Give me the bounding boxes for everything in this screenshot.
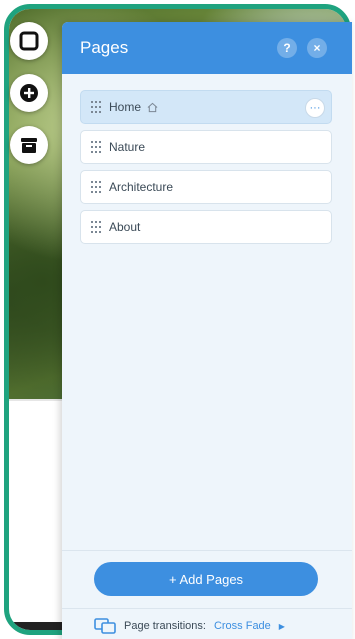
help-button[interactable]: ? [277, 38, 297, 58]
page-transitions[interactable]: Page transitions: Cross Fade ▶ [94, 618, 285, 634]
transitions-label: Page transitions: [124, 620, 206, 632]
footer-divider [62, 550, 352, 551]
plus-circle-icon [20, 84, 38, 102]
transitions-value[interactable]: Cross Fade [214, 620, 271, 632]
page-label: Architecture [109, 180, 174, 194]
drag-handle-icon[interactable] [91, 101, 101, 113]
page-more-button[interactable]: ··· [305, 98, 325, 118]
pages-list: Home ··· Nature Architecture About [62, 74, 352, 244]
add-pages-button[interactable]: + Add Pages [94, 562, 318, 596]
archive-icon [21, 138, 37, 153]
page-label: About [109, 220, 141, 234]
square-icon [19, 31, 39, 51]
page-item-architecture[interactable]: Architecture [80, 170, 332, 204]
panel-header: Pages ? × [62, 22, 352, 74]
drag-handle-icon[interactable] [91, 141, 101, 153]
page-label: Nature [109, 140, 146, 154]
left-toolbar [10, 22, 50, 164]
footer-divider [62, 608, 352, 609]
close-button[interactable]: × [307, 38, 327, 58]
page-item-nature[interactable]: Nature [80, 130, 332, 164]
archive-tool-button[interactable] [10, 126, 48, 164]
transitions-icon [94, 618, 116, 634]
pages-tool-button[interactable] [10, 22, 48, 60]
page-label: Home [109, 100, 142, 114]
pages-panel: Pages ? × Home ··· Nature Architecture A… [62, 22, 352, 639]
home-icon [147, 102, 158, 112]
panel-title: Pages [80, 38, 129, 57]
add-tool-button[interactable] [10, 74, 48, 112]
drag-handle-icon[interactable] [91, 181, 101, 193]
transitions-arrow[interactable]: ▶ [279, 622, 285, 631]
page-item-home[interactable]: Home ··· [80, 90, 332, 124]
drag-handle-icon[interactable] [91, 221, 101, 233]
page-item-about[interactable]: About [80, 210, 332, 244]
